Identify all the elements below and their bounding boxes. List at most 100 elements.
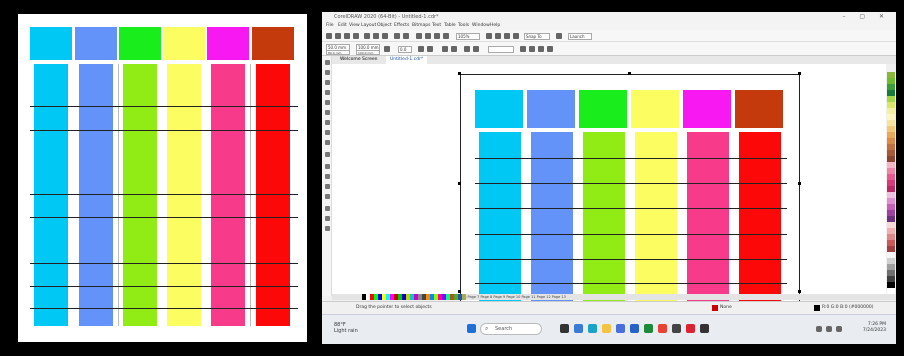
redo-icon[interactable] (403, 33, 409, 39)
windows-start-icon[interactable] (467, 324, 476, 333)
menu-effects[interactable]: Effects (394, 23, 409, 28)
document-palette-swatch[interactable] (462, 294, 466, 300)
parallel-dimension-icon[interactable] (325, 164, 330, 169)
fill-indicator-icon[interactable] (712, 305, 718, 311)
publish-icon[interactable] (443, 33, 449, 39)
crop-tool-icon[interactable] (325, 80, 330, 85)
import-icon[interactable] (425, 33, 431, 39)
menu-file[interactable]: File (326, 23, 334, 28)
align-icon[interactable] (442, 46, 448, 52)
app-icon[interactable] (700, 324, 709, 333)
task-view-icon[interactable] (560, 324, 569, 333)
wrap-icon[interactable] (520, 46, 526, 52)
menu-object[interactable]: Object (377, 23, 392, 28)
weld-icon[interactable] (529, 46, 535, 52)
copy-icon[interactable] (373, 33, 379, 39)
system-clock[interactable]: 7:26 PM 7/24/2023 (863, 322, 886, 334)
window-controls[interactable]: – ▢ ✕ (842, 13, 890, 20)
menu-text[interactable]: Text (432, 23, 441, 28)
chrome-icon[interactable] (658, 324, 667, 333)
selection-handle[interactable] (798, 290, 801, 293)
coreldraw-icon[interactable] (644, 324, 653, 333)
drawing-page[interactable] (460, 74, 800, 307)
selection-handle[interactable] (798, 182, 801, 185)
outline-indicator-icon[interactable] (814, 305, 820, 311)
wifi-icon[interactable] (826, 326, 832, 332)
volume-icon[interactable] (836, 326, 842, 332)
y-position-field[interactable]: 80.0 mm (326, 50, 350, 55)
new-icon[interactable] (326, 33, 332, 39)
launch-dropdown[interactable]: Launch (568, 33, 592, 40)
export-icon[interactable] (434, 33, 440, 39)
ungroup-icon[interactable] (473, 46, 479, 52)
undo-icon[interactable] (394, 33, 400, 39)
lock-ratio-icon[interactable] (384, 46, 390, 52)
shape-tool-icon[interactable] (325, 70, 330, 75)
text-tool-icon[interactable] (325, 152, 330, 157)
mail-icon[interactable] (630, 324, 639, 333)
canvas-swatch-magenta[interactable] (683, 90, 731, 128)
canvas-swatch-yellow[interactable] (631, 90, 679, 128)
menu-table[interactable]: Table (444, 23, 456, 28)
canvas-swatch-brown[interactable] (735, 90, 783, 128)
weather-widget[interactable]: 88°F Light rain (334, 322, 358, 334)
freehand-tool-icon[interactable] (325, 100, 330, 105)
menu-edit[interactable]: Edit (338, 23, 347, 28)
selection-handle[interactable] (458, 182, 461, 185)
polygon-tool-icon[interactable] (325, 140, 330, 145)
mirror-v-icon[interactable] (427, 46, 433, 52)
mirror-h-icon[interactable] (418, 46, 424, 52)
artistic-media-icon[interactable] (325, 110, 330, 115)
open-icon[interactable] (335, 33, 341, 39)
selection-handle[interactable] (798, 72, 801, 75)
canvas-swatch-cyan[interactable] (475, 90, 523, 128)
selection-handle[interactable] (458, 290, 461, 293)
paste-icon[interactable] (382, 33, 388, 39)
drop-shadow-icon[interactable] (325, 184, 330, 189)
height-field[interactable]: 100.0 mm (356, 50, 380, 55)
search-icon[interactable] (416, 33, 422, 39)
group-icon[interactable] (464, 46, 470, 52)
zoom-level[interactable]: 105% (456, 33, 480, 40)
fullscreen-icon[interactable] (486, 33, 492, 39)
app-icon[interactable] (686, 324, 695, 333)
menu-help[interactable]: Help (490, 23, 500, 28)
guides-icon[interactable] (513, 33, 519, 39)
canvas-swatch-green[interactable] (579, 90, 627, 128)
intersect-icon[interactable] (547, 46, 553, 52)
zoom-tool-icon[interactable] (325, 90, 330, 95)
menu-tools[interactable]: Tools (458, 23, 469, 28)
app-icon[interactable] (672, 324, 681, 333)
canvas-swatch-blue[interactable] (527, 90, 575, 128)
interactive-fill-icon[interactable] (325, 216, 330, 221)
grid-icon[interactable] (504, 33, 510, 39)
menu-bitmaps[interactable]: Bitmaps (412, 23, 430, 28)
menu-view[interactable]: View (349, 23, 360, 28)
menu-layout[interactable]: Layout (361, 23, 376, 28)
eyedropper-icon[interactable] (325, 206, 330, 211)
arrange-icon[interactable] (451, 46, 457, 52)
print-icon[interactable] (353, 33, 359, 39)
files-icon[interactable] (574, 324, 583, 333)
gear-icon[interactable] (556, 33, 562, 39)
tab-welcome-screen[interactable]: Welcome Screen (336, 56, 382, 64)
rulers-icon[interactable] (495, 33, 501, 39)
tab-untitled-1[interactable]: Untitled-1.cdr* (386, 56, 428, 64)
drawing-canvas[interactable] (332, 64, 886, 307)
trim-icon[interactable] (538, 46, 544, 52)
save-icon[interactable] (344, 33, 350, 39)
transparency-icon[interactable] (325, 194, 330, 199)
outline-width-field[interactable] (488, 46, 514, 53)
tray-chevron-icon[interactable] (816, 326, 822, 332)
cut-icon[interactable] (364, 33, 370, 39)
ellipse-tool-icon[interactable] (325, 130, 330, 135)
angle-field[interactable]: 0.0 (398, 46, 412, 53)
selection-handle[interactable] (628, 72, 631, 75)
taskbar-search[interactable]: ⌕ Search (480, 323, 542, 335)
connector-tool-icon[interactable] (325, 174, 330, 179)
pick-tool-icon[interactable] (325, 60, 330, 65)
rectangle-tool-icon[interactable] (325, 120, 330, 125)
store-icon[interactable] (616, 324, 625, 333)
smart-fill-icon[interactable] (325, 226, 330, 231)
file-explorer-icon[interactable] (602, 324, 611, 333)
